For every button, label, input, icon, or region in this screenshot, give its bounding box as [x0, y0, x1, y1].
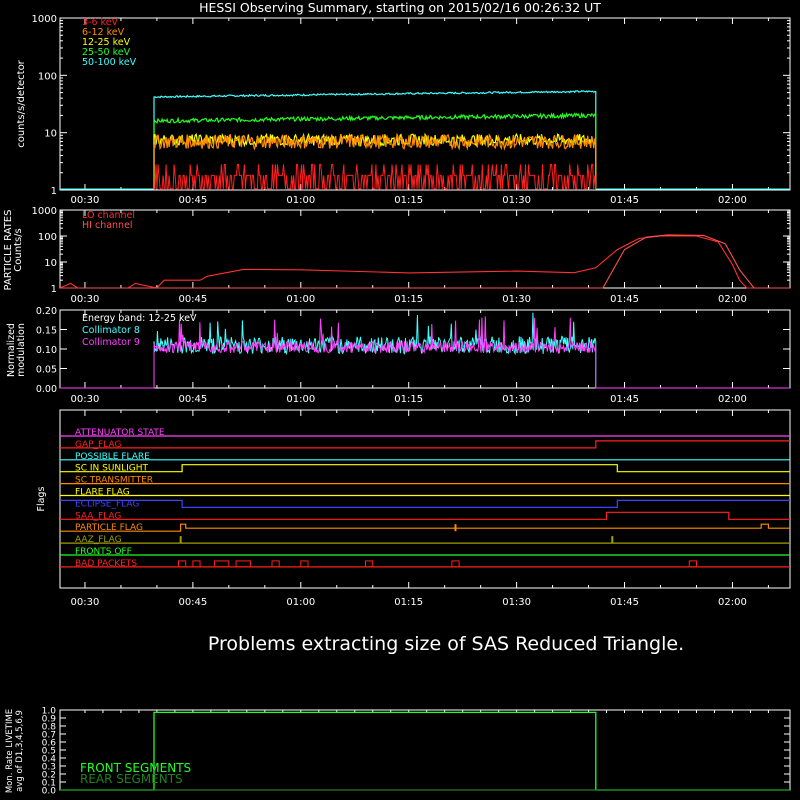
count-rate-xtick-label: 02:00 [718, 195, 747, 206]
particle-xtick-label: 01:15 [394, 294, 423, 305]
flags-xtick-label: 00:30 [71, 597, 100, 608]
particle-ytick-label: 1000 [32, 206, 57, 217]
hessi-summary-canvas: HESSI Observing Summary, starting on 201… [0, 0, 800, 800]
particle-ytick-label: 10 [44, 258, 57, 269]
flag-line [60, 440, 790, 449]
bad-packet-mark [213, 560, 230, 568]
livetime-ylabel: Mon. Rate LIVETIME [5, 709, 15, 793]
flags-xtick-label: 01:45 [610, 597, 639, 608]
bad-packet-mark [177, 560, 187, 568]
bad-packet-mark [271, 560, 280, 568]
modulation-xtick-label: 01:00 [286, 394, 315, 405]
modulation-legend-c8: Collimator 8 [82, 325, 140, 336]
modulation-ylabel-2: modulation [16, 323, 27, 377]
flag-line [60, 499, 790, 508]
livetime-ytick-label: 1.0 [42, 707, 57, 717]
particle-xtick-label: 01:45 [610, 294, 639, 305]
flags-frame [59, 409, 791, 589]
particle-legend-hi: HI channel [82, 220, 133, 231]
count_rates-ytick-label: 1 [51, 186, 57, 197]
modulation-xtick-label: 01:30 [502, 394, 531, 405]
modulation-ytick-label: 0.10 [36, 345, 57, 356]
hessi-summary-plot: HESSI Observing Summary, starting on 201… [3, 0, 791, 797]
modulation-xtick-label: 01:15 [394, 394, 423, 405]
particle-ytick-label: 1 [51, 284, 57, 295]
count-rate-xtick-label: 01:15 [394, 195, 423, 206]
modulation-xtick-label: 00:30 [71, 394, 100, 405]
count-rate-xtick-label: 01:00 [286, 195, 315, 206]
count_rates-ytick-label: 1000 [32, 14, 57, 25]
modulation-xtick-label: 01:45 [610, 394, 639, 405]
flags-xtick-label: 01:30 [502, 597, 531, 608]
modulation-ytick-label: 0.15 [36, 326, 57, 337]
modulation-series-collimator-9 [60, 316, 790, 389]
flag-line [60, 511, 790, 520]
count_rates-ytick-label: 100 [38, 71, 57, 82]
flags-xtick-label: 01:00 [286, 597, 315, 608]
flags-xtick-label: 01:15 [394, 597, 423, 608]
modulation-xtick-label: 00:45 [178, 394, 207, 405]
status-message: Problems extracting size of SAS Reduced … [208, 633, 684, 655]
count-rate-series-3-6-keV [153, 163, 597, 190]
flags-ylabel: Flags [36, 486, 47, 511]
bad-packet-mark [300, 560, 309, 568]
particle-series-lo [59, 235, 790, 289]
count-rate-xtick-label: 00:30 [71, 195, 100, 206]
modulation-legend-band: Energy band: 12-25 keV [82, 313, 197, 324]
bad-packet-mark [365, 560, 374, 568]
flag-line [60, 523, 790, 532]
particle-frame [59, 209, 791, 289]
modulation-xtick-label: 02:00 [718, 394, 747, 405]
modulation-ytick-label: 0.05 [36, 365, 57, 376]
particle-xtick-label: 01:30 [502, 294, 531, 305]
livetime-legend-rear: REAR SEGMENTS [80, 772, 183, 786]
count_rates-ytick-label: 10 [44, 129, 57, 140]
particle-xtick-label: 00:30 [71, 294, 100, 305]
bad-packet-mark [688, 560, 697, 568]
count-rate-ylabel: counts/s/detector [16, 59, 27, 147]
bad-packet-mark [192, 560, 201, 568]
bad-packet-mark [451, 560, 460, 568]
livetime-ylabel-2: avg of D1,3,4,5,6,9 [15, 710, 25, 792]
particle-xtick-label: 01:00 [286, 294, 315, 305]
flags-xtick-label: 00:45 [178, 597, 207, 608]
count-rate-legend-item: 50-100 keV [82, 57, 137, 68]
particle-ylabel-units: Counts/s [13, 228, 24, 272]
count-rate-frame [59, 17, 791, 191]
count-rate-xtick-label: 01:45 [610, 195, 639, 206]
count-rate-xtick-label: 01:30 [502, 195, 531, 206]
particle-xtick-label: 00:45 [178, 294, 207, 305]
flag-line [60, 464, 790, 473]
count-rate-xtick-label: 00:45 [178, 195, 207, 206]
particle-xtick-label: 02:00 [718, 294, 747, 305]
flags-xtick-label: 02:00 [718, 597, 747, 608]
modulation-ytick-label: 0.20 [36, 306, 57, 317]
particle-ytick-label: 100 [38, 232, 57, 243]
modulation-legend-c9: Collimator 9 [82, 337, 140, 348]
bad-packet-mark [235, 560, 251, 568]
modulation-ytick-label: 0.00 [36, 384, 57, 395]
plot-title: HESSI Observing Summary, starting on 201… [199, 0, 601, 15]
